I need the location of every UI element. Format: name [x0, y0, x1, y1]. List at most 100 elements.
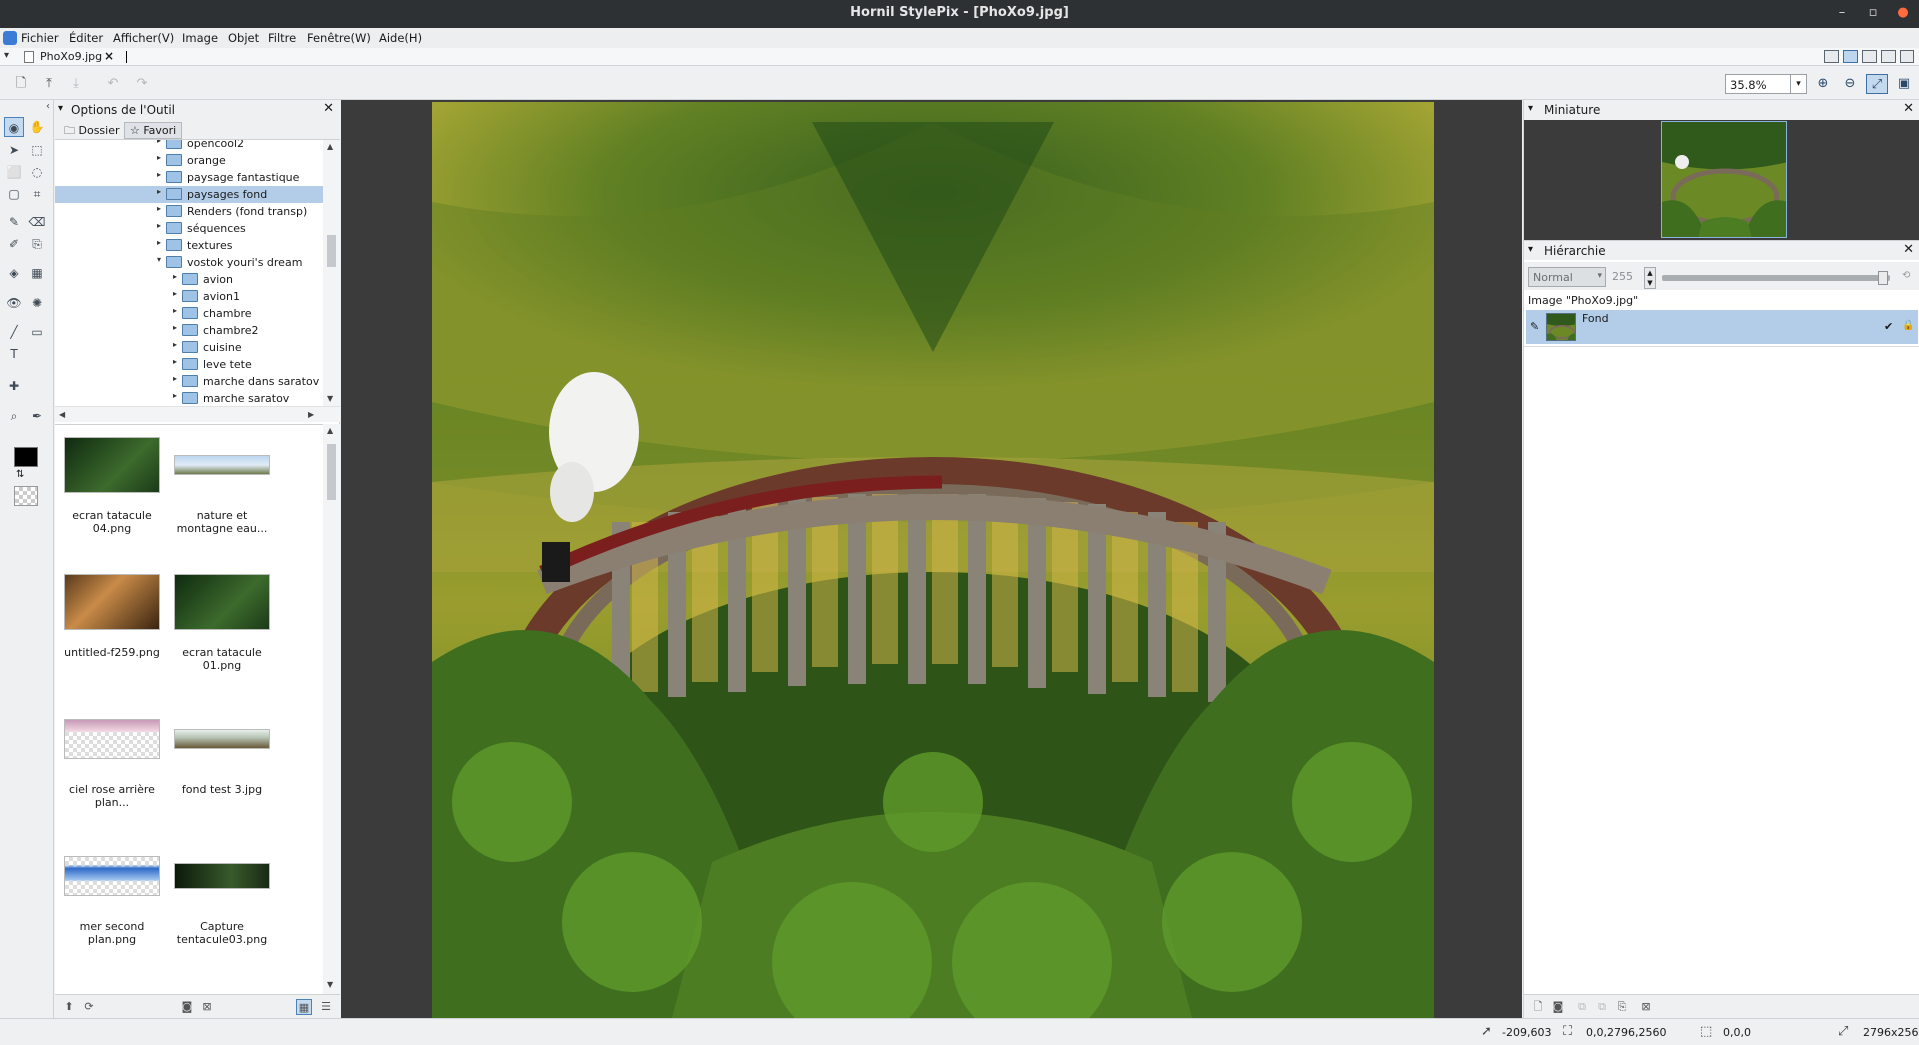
collapsed-arrow-icon[interactable]: ▸: [157, 187, 161, 196]
merge-layer-icon[interactable]: ⧉: [1594, 999, 1610, 1015]
collapsed-arrow-icon[interactable]: ▸: [173, 357, 177, 366]
miniature-thumbnail[interactable]: [1661, 121, 1787, 238]
camera-icon[interactable]: ◙: [179, 999, 195, 1015]
view-thumbnail-icon[interactable]: [1862, 50, 1877, 63]
redeye-tool-icon[interactable]: 👁: [4, 293, 24, 313]
collapsed-arrow-icon[interactable]: ▸: [157, 221, 161, 230]
shape-tool-icon[interactable]: ▭: [27, 322, 47, 342]
clone-tool-icon[interactable]: ✐: [4, 234, 24, 254]
gradient-tool-icon[interactable]: ▦: [27, 263, 47, 283]
menu-fenetre[interactable]: Fenêtre(W): [307, 31, 371, 45]
tree-item[interactable]: ▸ avion1: [55, 288, 323, 305]
redo-icon[interactable]: ↷: [133, 75, 151, 93]
layer-row[interactable]: ✎ Fond ✔ 🔒: [1526, 310, 1918, 344]
fullscreen-icon[interactable]: ▣: [1893, 74, 1915, 94]
panel-collapse-icon[interactable]: ▾: [1528, 103, 1533, 114]
fit-window-icon[interactable]: ⤢: [1866, 74, 1888, 94]
go-up-folder-icon[interactable]: ⬆: [61, 999, 77, 1015]
thumbnail-scroll-thumb[interactable]: [327, 444, 336, 500]
transform-tool-icon[interactable]: ⬚: [27, 140, 47, 160]
menu-filtre[interactable]: Filtre: [268, 31, 296, 45]
foreground-color-swatch[interactable]: [14, 447, 38, 467]
thumbnail-item[interactable]: nature et montagne eau...: [168, 437, 276, 567]
scroll-right-icon[interactable]: ▶: [308, 410, 314, 419]
tree-item[interactable]: ▸ Renders (fond transp): [55, 203, 323, 220]
fill-tool-icon[interactable]: ◈: [4, 263, 24, 283]
tree-horizontal-scrollbar[interactable]: ◀ ▶: [55, 406, 340, 422]
view-settings-icon[interactable]: [1824, 50, 1839, 63]
crop-tool-icon[interactable]: ⌗: [27, 184, 47, 204]
thumbnail-item[interactable]: ecran tatacule 04.png: [58, 437, 166, 567]
panel-close-icon[interactable]: ✕: [323, 101, 334, 116]
thumbnail-item[interactable]: untitled-f259.png: [58, 574, 166, 704]
thumbnail-item[interactable]: fond test 3.jpg: [168, 711, 276, 841]
menu-fichier[interactable]: Fichier: [21, 31, 59, 45]
scroll-down-icon[interactable]: ▼: [327, 980, 333, 989]
edit-layer-icon[interactable]: ✎: [1530, 320, 1539, 333]
opacity-slider-handle[interactable]: [1878, 271, 1888, 285]
opacity-slider[interactable]: [1662, 275, 1890, 281]
thumbnail-item[interactable]: mer second plan.png: [58, 848, 166, 978]
blend-mode-select[interactable]: Normal ▾: [1528, 267, 1606, 287]
collapsed-arrow-icon[interactable]: ▸: [173, 391, 177, 400]
tree-vertical-scrollbar[interactable]: ▲ ▼: [323, 140, 340, 406]
scroll-up-icon[interactable]: ▲: [327, 142, 333, 151]
collapsed-arrow-icon[interactable]: ▸: [157, 140, 161, 145]
collapsed-arrow-icon[interactable]: ▸: [157, 238, 161, 247]
panel-collapse-icon[interactable]: ▾: [58, 103, 63, 114]
menu-aide[interactable]: Aide(H): [379, 31, 422, 45]
move-tool-icon[interactable]: ➤: [4, 140, 24, 160]
canvas-area[interactable]: [341, 100, 1522, 1018]
minimize-icon[interactable]: –: [1833, 4, 1851, 22]
zoom-dropdown-icon[interactable]: ▾: [1790, 75, 1806, 93]
background-color-swatch[interactable]: [14, 486, 38, 506]
collapsed-arrow-icon[interactable]: ▸: [157, 153, 161, 162]
save-file-icon[interactable]: ⤓: [67, 75, 85, 93]
tree-item[interactable]: ▸ marche dans saratov: [55, 373, 323, 390]
view-tree-icon[interactable]: [1843, 50, 1858, 63]
eyedropper-tool-icon[interactable]: ✒: [27, 406, 47, 426]
document-tab[interactable]: PhoXo9.jpg: [40, 50, 102, 63]
document-image[interactable]: [432, 102, 1434, 1018]
lasso-tool-icon[interactable]: ◌: [27, 162, 47, 182]
collapsed-arrow-icon[interactable]: ▸: [173, 374, 177, 383]
rect-select-icon[interactable]: ⬜: [4, 162, 24, 182]
delete-layer-icon[interactable]: ⊠: [1638, 999, 1654, 1015]
tree-item[interactable]: ▸ avion: [55, 271, 323, 288]
tab-dossier[interactable]: 🗀 Dossier: [58, 122, 126, 139]
zoom-out-icon[interactable]: ⊖: [1839, 74, 1861, 94]
reset-icon[interactable]: ⟲: [1902, 270, 1910, 281]
collapsed-arrow-icon[interactable]: ▸: [173, 306, 177, 315]
heal-tool-icon[interactable]: ✚: [4, 376, 24, 396]
tree-item[interactable]: ▸ textures: [55, 237, 323, 254]
opacity-value[interactable]: 255: [1612, 270, 1633, 283]
undo-icon[interactable]: ↶: [104, 75, 122, 93]
tab-favori[interactable]: ☆ Favori: [124, 122, 183, 139]
hand-tool-icon[interactable]: ✋: [27, 117, 47, 137]
tree-item[interactable]: ▸ cuisine: [55, 339, 323, 356]
tools-collapse-icon[interactable]: ‹: [4, 97, 50, 117]
scroll-down-icon[interactable]: ▼: [327, 394, 333, 403]
lock-icon[interactable]: 🔒: [1902, 320, 1914, 331]
collapsed-arrow-icon[interactable]: ▸: [173, 272, 177, 281]
tree-item[interactable]: ▸ orange: [55, 152, 323, 169]
collapsed-arrow-icon[interactable]: ▸: [157, 170, 161, 179]
new-document-icon[interactable]: 🗋: [12, 75, 30, 93]
zoom-tool-icon[interactable]: ⌕: [4, 406, 24, 426]
maximize-icon[interactable]: ▫: [1864, 4, 1882, 22]
brush-tool-icon[interactable]: ✎: [4, 212, 24, 232]
collapsed-arrow-icon[interactable]: ▸: [173, 323, 177, 332]
tree-item[interactable]: ▾ vostok youri's dream: [55, 254, 323, 271]
tab-list-chevron-icon[interactable]: ▾: [4, 50, 9, 61]
effect-tool-icon[interactable]: ✺: [27, 293, 47, 313]
tree-item[interactable]: ▸ chambre: [55, 305, 323, 322]
menu-objet[interactable]: Objet: [228, 31, 259, 45]
line-tool-icon[interactable]: ╱: [4, 322, 24, 342]
thumbnail-item[interactable]: ecran tatacule 01.png: [168, 574, 276, 704]
duplicate-layer-icon[interactable]: ⧉: [1574, 999, 1590, 1015]
tree-item[interactable]: ▸ leve tete: [55, 356, 323, 373]
panel-close-icon[interactable]: ✕: [1903, 101, 1914, 116]
tree-scroll-thumb[interactable]: [327, 235, 336, 267]
menu-editer[interactable]: Éditer: [69, 31, 103, 45]
collapsed-arrow-icon[interactable]: ▸: [157, 204, 161, 213]
